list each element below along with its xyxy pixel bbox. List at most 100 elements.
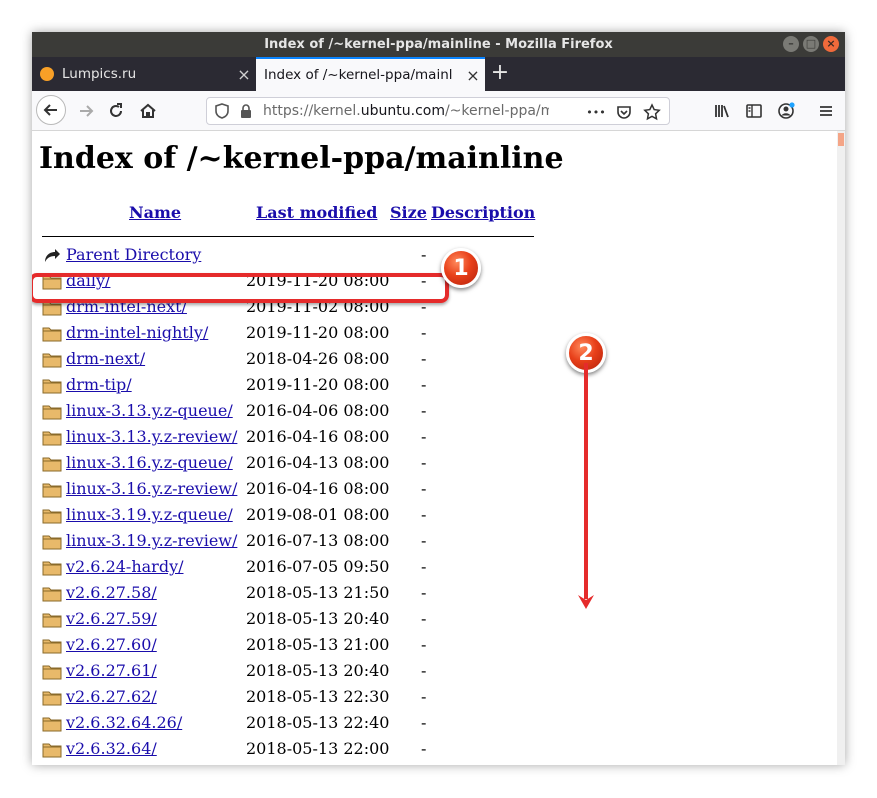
- directory-link[interactable]: linux-3.19.y.z-review/: [66, 531, 237, 550]
- tab-lumpics[interactable]: Lumpics.ru ×: [32, 57, 256, 91]
- tracking-shield-icon[interactable]: [213, 102, 231, 120]
- scrollbar-thumb[interactable]: [838, 133, 844, 146]
- table-row: v2.6.27.62/2018-05-13 22:30 -: [32, 685, 592, 711]
- bookmark-star-icon[interactable]: [641, 101, 663, 123]
- size-cell: -: [421, 635, 427, 654]
- account-button[interactable]: [772, 97, 800, 125]
- size-cell: -: [421, 609, 427, 628]
- table-row: v2.6.27.59/2018-05-13 20:40 -: [32, 607, 592, 633]
- url-bar[interactable]: https://kernel.ubuntu.com/~kernel-ppa/m …: [206, 97, 670, 125]
- sidebar-button[interactable]: [740, 97, 768, 125]
- directory-link[interactable]: linux-3.13.y.z-review/: [66, 427, 237, 446]
- table-row: linux-3.13.y.z-review/2016-04-16 08:00 -: [32, 425, 592, 451]
- directory-link[interactable]: v2.6.27.58/: [66, 583, 157, 602]
- new-tab-button[interactable]: +: [485, 57, 515, 91]
- parent-directory-link[interactable]: Parent Directory: [66, 245, 201, 264]
- close-tab-icon[interactable]: ×: [232, 65, 256, 84]
- directory-link[interactable]: drm-tip/: [66, 375, 132, 394]
- folder-icon[interactable]: [42, 533, 62, 550]
- folder-icon[interactable]: [42, 481, 62, 498]
- page-title: Index of /~kernel-ppa/mainline: [39, 141, 564, 176]
- last-modified-cell: 2019-11-20 08:00: [246, 375, 390, 394]
- folder-icon[interactable]: [42, 585, 62, 602]
- folder-icon[interactable]: [42, 741, 62, 758]
- tab-title: Lumpics.ru: [62, 66, 137, 82]
- directory-link[interactable]: v2.6.27.60/: [66, 635, 157, 654]
- folder-icon[interactable]: [42, 377, 62, 394]
- directory-link[interactable]: v2.6.27.61/: [66, 661, 157, 680]
- scroll-down-arrowhead-icon: [578, 595, 594, 609]
- directory-link[interactable]: linux-3.16.y.z-review/: [66, 479, 237, 498]
- url-text[interactable]: https://kernel.ubuntu.com/~kernel-ppa/m: [263, 98, 549, 124]
- table-row: drm-tip/2019-11-20 08:00 -: [32, 373, 592, 399]
- folder-icon[interactable]: [42, 429, 62, 446]
- folder-icon[interactable]: [42, 611, 62, 628]
- table-row: linux-3.19.y.z-queue/2019-08-01 08:00 -: [32, 503, 592, 529]
- folder-icon[interactable]: [42, 325, 62, 342]
- tab-kernel-index[interactable]: Index of /~kernel-ppa/mainl ×: [256, 57, 485, 91]
- reload-icon: [110, 103, 122, 117]
- directory-link[interactable]: v2.6.32.64.26/: [66, 713, 182, 732]
- home-icon: [140, 103, 156, 118]
- parent-directory-row: Parent Directory -: [32, 243, 592, 269]
- column-header-last-modified[interactable]: Last modified: [256, 203, 377, 222]
- folder-icon[interactable]: [42, 455, 62, 472]
- size-cell: -: [421, 661, 427, 680]
- vertical-scrollbar[interactable]: [837, 131, 845, 765]
- directory-link[interactable]: v2.6.27.59/: [66, 609, 157, 628]
- folder-icon[interactable]: [42, 715, 62, 732]
- folder-icon[interactable]: [42, 403, 62, 420]
- close-window-button[interactable]: ×: [823, 36, 839, 52]
- last-modified-cell: 2018-05-13 22:30: [246, 687, 390, 706]
- size-cell: -: [421, 401, 427, 420]
- page-actions-menu-icon[interactable]: •••: [585, 101, 607, 123]
- folder-icon[interactable]: [42, 689, 62, 706]
- library-button[interactable]: [708, 97, 736, 125]
- folder-icon[interactable]: [42, 663, 62, 680]
- reload-button[interactable]: [102, 97, 130, 125]
- directory-link[interactable]: v2.6.27.62/: [66, 687, 157, 706]
- directory-link[interactable]: drm-next/: [66, 349, 145, 368]
- highlight-frame-daily: [32, 273, 449, 303]
- table-row: v2.6.27.60/2018-05-13 21:00 -: [32, 633, 592, 659]
- last-modified-cell: 2019-11-20 08:00: [246, 323, 390, 342]
- directory-link[interactable]: linux-3.16.y.z-queue/: [66, 453, 233, 472]
- hamburger-menu-icon: [820, 106, 832, 116]
- back-icon[interactable]: [42, 247, 62, 264]
- directory-link[interactable]: v2.6.32.64/: [66, 739, 157, 758]
- maximize-button[interactable]: □: [803, 36, 819, 52]
- url-host: ubuntu.com: [360, 103, 445, 119]
- folder-icon[interactable]: [42, 637, 62, 654]
- folder-icon[interactable]: [42, 559, 62, 576]
- directory-link[interactable]: v2.6.24-hardy/: [66, 557, 184, 576]
- close-tab-icon[interactable]: ×: [461, 66, 485, 85]
- page-content: Index of /~kernel-ppa/mainline Name Last…: [32, 131, 837, 765]
- last-modified-cell: 2016-04-16 08:00: [246, 427, 390, 446]
- back-button[interactable]: [36, 95, 66, 125]
- lock-icon[interactable]: [237, 102, 255, 120]
- folder-icon[interactable]: [42, 351, 62, 368]
- lumpics-favicon-icon: [40, 67, 54, 81]
- directory-link[interactable]: linux-3.19.y.z-queue/: [66, 505, 233, 524]
- main-menu-button[interactable]: [812, 97, 840, 125]
- column-header-name[interactable]: Name: [129, 203, 181, 222]
- last-modified-cell: 2018-05-13 22:40: [246, 713, 390, 732]
- account-icon: [778, 102, 795, 119]
- minimize-button[interactable]: –: [783, 36, 799, 52]
- table-row: v2.6.32.64/2018-05-13 22:00 -: [32, 737, 592, 763]
- column-header-size[interactable]: Size: [390, 203, 427, 222]
- folder-icon[interactable]: [42, 507, 62, 524]
- directory-link[interactable]: linux-3.13.y.z-queue/: [66, 401, 233, 420]
- size-cell: -: [421, 323, 427, 342]
- last-modified-cell: 2018-05-13 21:50: [246, 583, 390, 602]
- pocket-icon[interactable]: [613, 101, 635, 123]
- forward-button[interactable]: [72, 97, 100, 125]
- column-header-description[interactable]: Description: [431, 203, 535, 222]
- size-cell: -: [421, 349, 427, 368]
- step-1-badge: 1: [441, 248, 481, 288]
- home-button[interactable]: [134, 97, 162, 125]
- directory-link[interactable]: drm-intel-nightly/: [66, 323, 208, 342]
- last-modified-cell: 2019-08-01 08:00: [246, 505, 390, 524]
- size-cell: -: [421, 375, 427, 394]
- table-row: drm-next/2018-04-26 08:00 -: [32, 347, 592, 373]
